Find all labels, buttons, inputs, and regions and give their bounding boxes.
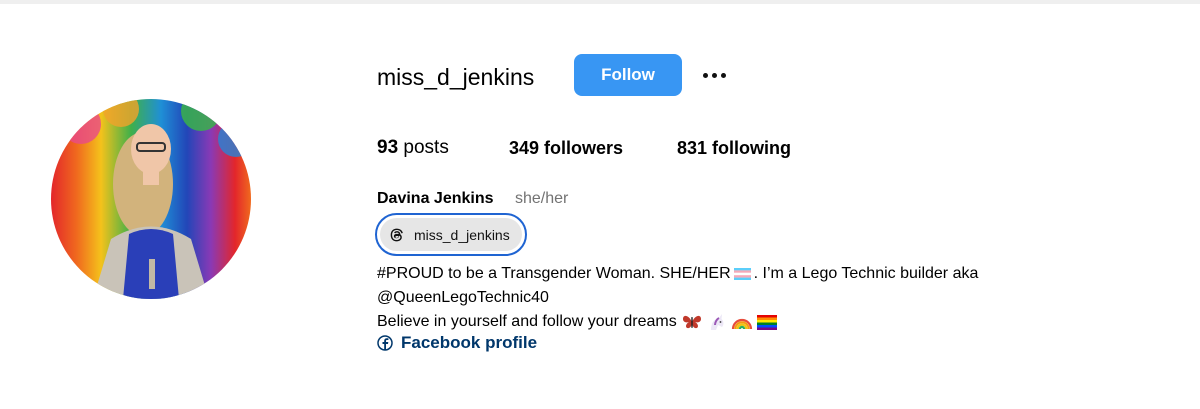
posts-count: 93 posts xyxy=(377,135,449,161)
more-dot xyxy=(720,72,726,78)
facebook-profile-link[interactable]: Facebook profile xyxy=(377,333,537,353)
more-dot xyxy=(702,72,708,78)
bio-line-1: #PROUD to be a Transgender Woman. SHE/HE… xyxy=(377,262,978,286)
followers-number: 349 xyxy=(509,138,540,158)
more-dot xyxy=(711,72,717,78)
follow-button[interactable]: Follow xyxy=(574,54,682,96)
facebook-icon xyxy=(377,335,393,351)
followers-label: followers xyxy=(539,138,624,158)
threads-badge-inner: miss_d_jenkins xyxy=(380,218,522,251)
profile-full-name: Davina Jenkins xyxy=(377,190,494,207)
avatar-photo xyxy=(61,99,251,299)
followers-link[interactable]: 349 followers xyxy=(509,135,623,161)
transgender-flag-icon xyxy=(733,268,751,280)
profile-avatar[interactable] xyxy=(51,99,251,299)
bio-mention[interactable]: @QueenLegoTechnic40 xyxy=(377,286,549,310)
following-number: 831 xyxy=(677,138,708,158)
butterfly-icon xyxy=(682,315,701,329)
top-divider xyxy=(0,0,1200,4)
unicorn-icon xyxy=(710,314,724,330)
facebook-profile-label: Facebook profile xyxy=(401,333,538,352)
profile-pronouns: she/her xyxy=(515,190,569,207)
following-link[interactable]: 831 following xyxy=(677,135,791,161)
profile-bio: #PROUD to be a Transgender Woman. SHE/HE… xyxy=(377,262,978,334)
bio-line-1-text-a: #PROUD to be a Transgender Woman. SHE/HE… xyxy=(377,265,731,282)
posts-label: posts xyxy=(398,137,449,158)
more-options-icon[interactable] xyxy=(697,62,731,88)
threads-badge[interactable]: miss_d_jenkins xyxy=(375,213,527,256)
threads-icon xyxy=(390,228,403,241)
rainbow-icon xyxy=(731,318,752,330)
bio-line-3-text: Believe in yourself and follow your drea… xyxy=(377,313,677,330)
bio-line-3: Believe in yourself and follow your drea… xyxy=(377,310,978,334)
pride-flag-icon xyxy=(756,314,777,330)
threads-handle: miss_d_jenkins xyxy=(414,226,510,243)
bio-line-2: @QueenLegoTechnic40 xyxy=(377,286,978,310)
posts-number: 93 xyxy=(377,137,399,158)
following-label: following xyxy=(707,138,792,158)
bio-line-1-text-b: . I’m a Lego Technic builder aka xyxy=(753,265,979,282)
profile-username: miss_d_jenkins xyxy=(377,64,535,90)
